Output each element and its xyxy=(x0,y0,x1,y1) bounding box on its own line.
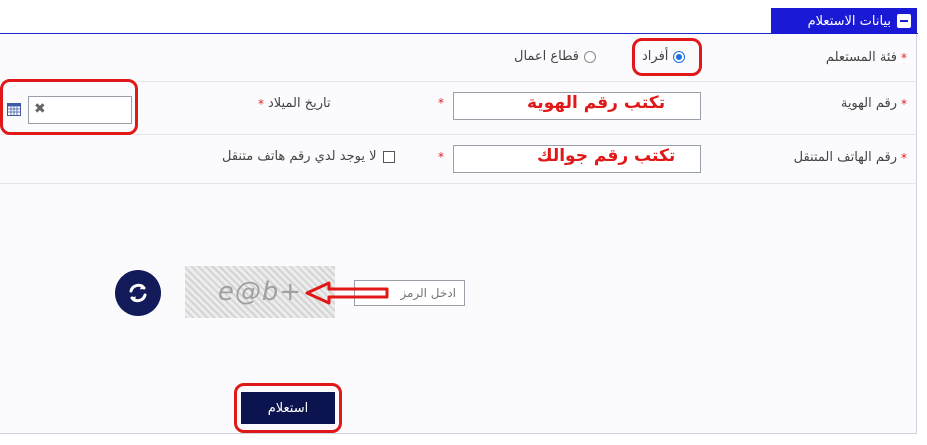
required-mark: * xyxy=(258,96,264,111)
radio-individuals-label: أفراد xyxy=(642,49,669,64)
arrow-left-icon xyxy=(303,280,393,306)
refresh-icon[interactable] xyxy=(115,270,161,316)
submit-button[interactable]: استعلام xyxy=(241,392,335,424)
minus-square-icon[interactable] xyxy=(897,14,911,28)
radio-business-label: قطاع اعمال xyxy=(514,49,580,64)
required-mark: * xyxy=(438,150,444,164)
birthdate-label: تاريخ الميلاد xyxy=(268,96,331,111)
mobile-hint-annotation: تكتب رقم جوالك xyxy=(537,146,676,166)
required-mark: * xyxy=(438,96,444,110)
id-label: رقم الهوية xyxy=(840,96,897,111)
mobile-field-label-group: رقم الهاتف المتنقل * xyxy=(794,150,907,165)
radio-individuals[interactable]: أفراد xyxy=(642,49,686,64)
row-divider xyxy=(0,81,917,82)
mobile-label: رقم الهاتف المتنقل xyxy=(793,150,897,165)
category-field: فئة المستعلم * xyxy=(826,50,907,65)
birthdate-label-group: * تاريخ الميلاد xyxy=(258,96,331,111)
radio-business[interactable]: قطاع اعمال xyxy=(514,49,597,64)
radio-button[interactable] xyxy=(584,50,597,63)
x-icon[interactable]: ✖ xyxy=(34,101,46,117)
no-mobile-label: لا يوجد لدي رقم هاتف متنقل xyxy=(222,149,377,164)
category-label: فئة المستعلم xyxy=(825,50,897,65)
row-divider xyxy=(0,183,917,184)
required-mark: * xyxy=(901,96,907,111)
id-field-label-group: رقم الهوية * xyxy=(841,96,907,111)
captcha-text: e@b+ xyxy=(217,277,303,307)
no-mobile-checkbox-group[interactable]: لا يوجد لدي رقم هاتف متنقل xyxy=(222,149,395,164)
radio-button-checked[interactable] xyxy=(673,50,686,63)
section-header-tab[interactable]: بيانات الاستعلام xyxy=(771,8,917,34)
calendar-icon[interactable] xyxy=(7,101,21,116)
section-title: بيانات الاستعلام xyxy=(807,13,891,29)
id-hint-annotation: تكتب رقم الهوية xyxy=(527,93,666,113)
no-mobile-checkbox[interactable] xyxy=(382,150,395,163)
required-mark: * xyxy=(901,150,907,165)
row-divider xyxy=(0,134,917,135)
submit-button-label: استعلام xyxy=(267,400,309,416)
required-mark: * xyxy=(901,50,907,65)
